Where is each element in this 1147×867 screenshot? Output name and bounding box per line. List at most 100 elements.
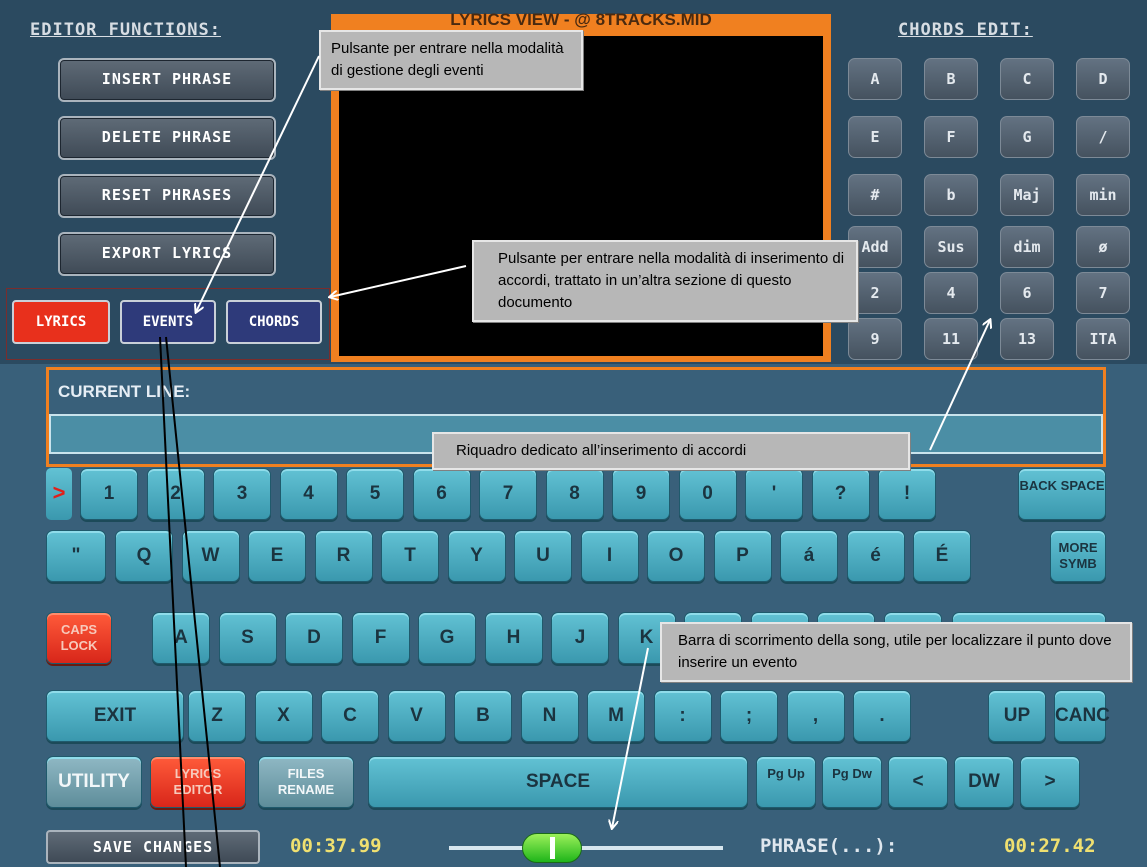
chord-key[interactable]: /	[1076, 116, 1130, 158]
key-n[interactable]: N	[520, 690, 579, 742]
key-canc[interactable]: CANC	[1054, 690, 1110, 742]
key-b[interactable]: B	[454, 690, 512, 742]
insert-phrase-button[interactable]: INSERT PHRASE	[58, 58, 276, 102]
key-symbol[interactable]: ,	[786, 690, 845, 742]
key-pg-dw[interactable]: Pg Dw	[822, 756, 882, 808]
key-symbol[interactable]: é	[846, 530, 905, 582]
chord-key[interactable]: A	[848, 58, 902, 100]
key-8[interactable]: 8	[545, 468, 604, 520]
key-symbol[interactable]: ;	[720, 690, 778, 742]
chord-key[interactable]: B	[924, 58, 978, 100]
chord-key[interactable]: b	[924, 174, 978, 216]
key-d[interactable]: D	[285, 612, 343, 664]
chord-key[interactable]: dim	[1000, 226, 1054, 268]
key-y[interactable]: Y	[447, 530, 506, 582]
key-e[interactable]: E	[248, 530, 306, 582]
song-scrollbar-thumb[interactable]	[521, 833, 582, 863]
key-symbol[interactable]: "	[46, 530, 106, 582]
key-symbol[interactable]: É	[913, 530, 971, 582]
chord-key[interactable]: E	[848, 116, 902, 158]
key-i[interactable]: I	[580, 530, 639, 582]
key-p[interactable]: P	[713, 530, 772, 582]
export-lyrics-button[interactable]: EXPORT LYRICS	[58, 232, 276, 276]
key-c[interactable]: C	[321, 690, 379, 742]
key-j[interactable]: J	[551, 612, 609, 664]
key-u[interactable]: U	[514, 530, 572, 582]
key-x[interactable]: X	[254, 690, 313, 742]
key-utility[interactable]: UTILITY	[46, 756, 142, 808]
key-dw[interactable]: DW	[954, 756, 1014, 808]
key-3[interactable]: 3	[213, 468, 271, 520]
key-g[interactable]: G	[418, 612, 476, 664]
key-symbol[interactable]: !	[878, 468, 936, 520]
tab-events[interactable]: EVENTS	[120, 300, 216, 344]
key-1[interactable]: 1	[80, 468, 138, 520]
chord-key[interactable]: 7	[1076, 272, 1130, 314]
key-m[interactable]: M	[587, 690, 645, 742]
key-a[interactable]: A	[152, 612, 210, 664]
key-symbol[interactable]: á	[780, 530, 838, 582]
chord-key[interactable]: 13	[1000, 318, 1054, 360]
chord-key[interactable]: G	[1000, 116, 1054, 158]
phrase-label: PHRASE(...):	[760, 835, 898, 857]
key-s[interactable]: S	[218, 612, 277, 664]
key-space[interactable]: SPACE	[368, 756, 748, 808]
key-h[interactable]: H	[484, 612, 543, 664]
tab-lyrics[interactable]: LYRICS	[12, 300, 110, 344]
grip-icon	[549, 837, 555, 859]
chord-key[interactable]: 6	[1000, 272, 1054, 314]
delete-phrase-button[interactable]: DELETE PHRASE	[58, 116, 276, 160]
key-lyrics-editor[interactable]: LYRICS EDITOR	[150, 756, 246, 808]
key-symbol[interactable]: .	[853, 690, 911, 742]
key-o[interactable]: O	[647, 530, 705, 582]
chord-key[interactable]: #	[848, 174, 902, 216]
key-pg-up[interactable]: Pg Up	[756, 756, 816, 808]
key-r[interactable]: R	[314, 530, 373, 582]
chord-key[interactable]: 4	[924, 272, 978, 314]
key-4[interactable]: 4	[279, 468, 338, 520]
editor-functions-title: EDITOR FUNCTIONS:	[30, 20, 221, 40]
chord-key[interactable]: 11	[924, 318, 978, 360]
song-scrollbar-track[interactable]	[449, 846, 723, 850]
key-caps-lock[interactable]: CAPS LOCK	[46, 612, 112, 664]
key-9[interactable]: 9	[612, 468, 670, 520]
chord-key[interactable]: 9	[848, 318, 902, 360]
key-5[interactable]: 5	[346, 468, 404, 520]
save-changes-button[interactable]: SAVE CHANGES	[46, 830, 260, 864]
key-0[interactable]: 0	[678, 468, 737, 520]
key-v[interactable]: V	[387, 690, 446, 742]
key-z[interactable]: Z	[188, 690, 246, 742]
chord-key[interactable]: ø	[1076, 226, 1130, 268]
key-up[interactable]: UP	[988, 690, 1046, 742]
chord-key[interactable]: min	[1076, 174, 1130, 216]
key-7[interactable]: 7	[479, 468, 537, 520]
chord-key[interactable]: ITA	[1076, 318, 1130, 360]
key-symbol[interactable]: <	[888, 756, 948, 808]
key-back-space[interactable]: BACK SPACE	[1018, 468, 1106, 520]
current-line-label: CURRENT LINE:	[58, 382, 191, 401]
key-q[interactable]: Q	[115, 530, 173, 582]
chord-key[interactable]: C	[1000, 58, 1054, 100]
key-symbol[interactable]: ?	[811, 468, 870, 520]
key-w[interactable]: W	[181, 530, 240, 582]
key-f[interactable]: F	[351, 612, 410, 664]
key-symbol[interactable]: >	[1020, 756, 1080, 808]
key-more-symb[interactable]: MORE SYMB	[1050, 530, 1106, 582]
callout-chords: Pulsante per entrare nella modalità di i…	[472, 240, 858, 322]
chord-key[interactable]: Maj	[1000, 174, 1054, 216]
chord-key[interactable]: Sus	[924, 226, 978, 268]
song-time: 00:37.99	[290, 835, 382, 857]
key-symbol[interactable]: '	[745, 468, 803, 520]
chord-key[interactable]: F	[924, 116, 978, 158]
key-t[interactable]: T	[381, 530, 439, 582]
chords-edit-title: CHORDS EDIT:	[898, 20, 1033, 40]
key-exit[interactable]: EXIT	[46, 690, 184, 742]
key-files-rename[interactable]: FILES RENAME	[258, 756, 354, 808]
chord-key[interactable]: D	[1076, 58, 1130, 100]
reset-phrases-button[interactable]: RESET PHRASES	[58, 174, 276, 218]
key-symbol[interactable]: :	[653, 690, 712, 742]
tab-chords[interactable]: CHORDS	[226, 300, 322, 344]
key-2[interactable]: 2	[146, 468, 205, 520]
key-6[interactable]: 6	[412, 468, 471, 520]
lyrics-view-title: LYRICS VIEW - @ 8TRACKS.MID	[450, 10, 712, 29]
